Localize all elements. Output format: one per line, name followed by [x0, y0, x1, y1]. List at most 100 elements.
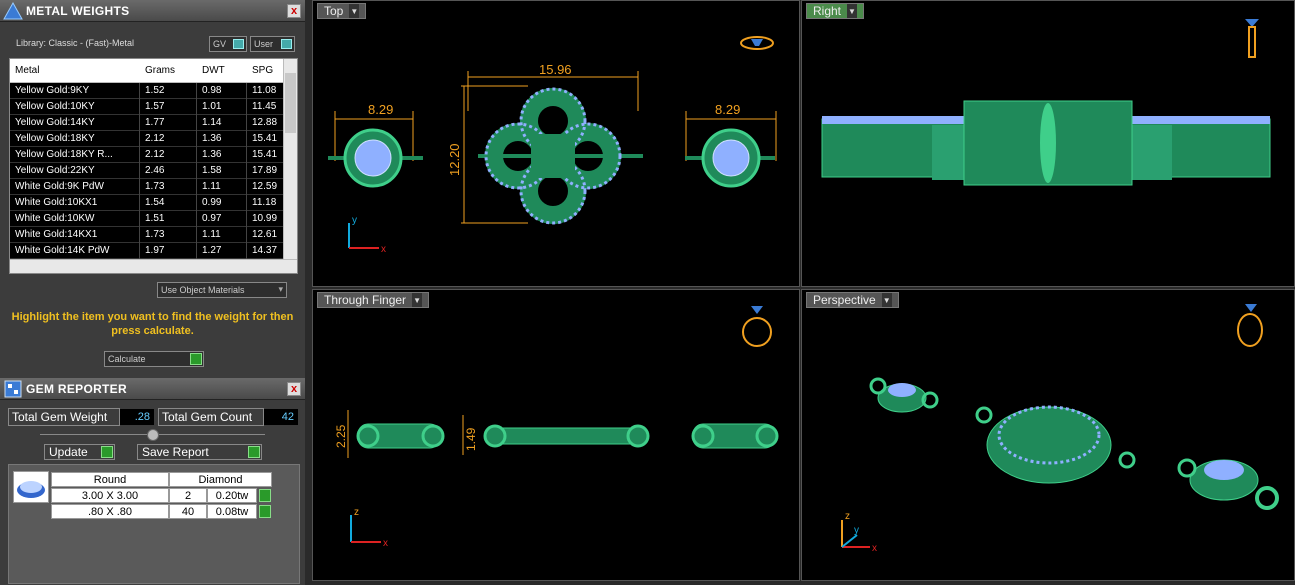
table-cell: 1.27 [197, 242, 247, 259]
table-row[interactable]: White Gold:9K PdW 1.73 1.11 12.59 [10, 178, 297, 195]
table-cell: Yellow Gold:18KY [10, 130, 140, 147]
viewport-perspective-label[interactable]: Perspective ▼ [806, 292, 899, 308]
svg-text:x: x [872, 543, 877, 554]
viewport-right[interactable]: Right ▼ [801, 0, 1295, 287]
calculate-button[interactable]: Calculate [104, 351, 204, 367]
table-cell: 0.97 [197, 210, 247, 227]
svg-text:z: z [354, 507, 359, 518]
table-cell: 11.18 [247, 194, 285, 211]
table-row[interactable]: Yellow Gold:9KY 1.52 0.98 11.08 [10, 82, 297, 99]
table-row[interactable]: Yellow Gold:10KY 1.57 1.01 11.45 [10, 98, 297, 115]
dim-right: 8.29 [715, 102, 740, 117]
ring-front-icon [742, 306, 772, 347]
metal-weights-titlebar: METAL WEIGHTS x [0, 0, 305, 22]
col-spg[interactable]: SPG [247, 65, 285, 76]
col-metal[interactable]: Metal [10, 65, 140, 76]
chevron-down-icon: ▼ [412, 293, 423, 307]
table-row[interactable]: Yellow Gold:18KY 2.12 1.36 15.41 [10, 130, 297, 147]
table-cell: White Gold:10KX1 [10, 194, 140, 211]
table-cell: 0.98 [197, 82, 247, 99]
gem-reporter-close-button[interactable]: x [287, 382, 301, 396]
table-cell: Yellow Gold:9KY [10, 82, 140, 99]
col-dwt[interactable]: DWT [197, 65, 247, 76]
svg-text:x: x [381, 244, 386, 255]
viewport-through-finger-label[interactable]: Through Finger ▼ [317, 292, 430, 308]
axis-icon: z y x [841, 511, 877, 554]
svg-text:y: y [854, 525, 859, 536]
table-row[interactable]: Yellow Gold:22KY 2.46 1.58 17.89 [10, 162, 297, 179]
metal-table-header: Metal Grams DWT SPG [10, 59, 297, 83]
table-cell: 15.41 [247, 146, 285, 163]
table-cell: 1.51 [140, 210, 197, 227]
viewport-perspective[interactable]: z y x Perspective ▼ [801, 289, 1295, 581]
viewport-top[interactable]: 8.29 15.96 8.29 12.20 y x Top ▼ [312, 0, 800, 287]
chevron-down-icon: ▾ [278, 284, 283, 294]
total-gem-weight-value: .28 [120, 409, 154, 425]
save-report-button[interactable]: Save Report [137, 444, 262, 460]
viewport-top-label[interactable]: Top ▼ [317, 3, 367, 19]
table-cell: 1.57 [140, 98, 197, 115]
table-cell: Yellow Gold:18KY R... [10, 146, 140, 163]
round-gem-icon [13, 471, 49, 503]
gem-size-cell: 3.00 X 3.00 [51, 488, 169, 503]
table-cell: 1.73 [140, 178, 197, 195]
col-grams[interactable]: Grams [140, 65, 197, 76]
table-cell: 1.36 [197, 146, 247, 163]
viewport-through-finger[interactable]: 2.25 1.49 z x Through Finger ▼ [312, 289, 800, 581]
axis-icon: y x [348, 215, 386, 255]
gem-table: Round Diamond 3.00 X 3.00 2 0.20tw .80 X .8… [8, 464, 300, 584]
gem-row-select-button[interactable] [259, 489, 271, 502]
table-cell: White Gold:9K PdW [10, 178, 140, 195]
gem-reporter-titlebar: GEM REPORTER x [0, 378, 305, 400]
stone-setting-icon [1245, 19, 1259, 58]
svg-text:z: z [845, 511, 850, 522]
table-row[interactable]: White Gold:10KX1 1.54 0.99 11.18 [10, 194, 297, 211]
table-cell: Yellow Gold:22KY [10, 162, 140, 179]
table-cell: 12.61 [247, 226, 285, 243]
total-gem-count-value: 42 [264, 409, 298, 425]
use-object-materials-dropdown[interactable]: Use Object Materials ▾ [157, 282, 287, 298]
gem-reporter-title: GEM REPORTER [26, 381, 127, 396]
gem-reporter-icon [0, 378, 26, 400]
table-row[interactable]: White Gold:10KW 1.51 0.97 10.99 [10, 210, 297, 227]
dim-a: 2.25 [334, 424, 348, 448]
table-cell: 1.54 [140, 194, 197, 211]
gem-row-select-button[interactable] [259, 505, 271, 518]
metal-table-vscroll[interactable] [283, 59, 297, 259]
table-cell: 1.58 [197, 162, 247, 179]
table-cell: Yellow Gold:10KY [10, 98, 140, 115]
table-cell: 17.89 [247, 162, 285, 179]
table-cell: 11.08 [247, 82, 285, 99]
axis-icon: z x [350, 507, 388, 549]
table-row[interactable]: Yellow Gold:14KY 1.77 1.14 12.88 [10, 114, 297, 131]
chevron-down-icon: ▼ [881, 293, 892, 307]
splitter-handle[interactable] [147, 429, 159, 441]
dim-center: 15.96 [539, 62, 572, 77]
table-cell: 2.12 [140, 146, 197, 163]
table-cell: White Gold:14KX1 [10, 226, 140, 243]
table-cell: Yellow Gold:14KY [10, 114, 140, 131]
play-icon [248, 446, 260, 458]
metal-table-hscroll[interactable] [10, 259, 297, 273]
update-button[interactable]: Update [44, 444, 115, 460]
gem-count-cell: 2 [169, 488, 207, 503]
dim-vertical: 12.20 [447, 143, 462, 176]
table-cell: 2.12 [140, 130, 197, 147]
table-cell: 12.59 [247, 178, 285, 195]
left-panel: METAL WEIGHTS x Library: Classic - (Fast… [0, 0, 305, 585]
gv-toggle[interactable]: GV [209, 36, 247, 52]
table-row[interactable]: White Gold:14KX1 1.73 1.11 12.61 [10, 226, 297, 243]
weight-hint: Highlight the item you want to find the … [11, 311, 294, 337]
table-cell: 12.88 [247, 114, 285, 131]
metal-weights-close-button[interactable]: x [287, 4, 301, 18]
perspective-scene: z y x [841, 304, 1279, 554]
ring-perspective-icon [1237, 304, 1263, 347]
dim-b: 1.49 [464, 427, 478, 451]
user-toggle[interactable]: User [250, 36, 295, 52]
table-row[interactable]: Yellow Gold:18KY R... 2.12 1.36 15.41 [10, 146, 297, 163]
svg-text:x: x [383, 538, 388, 549]
table-row[interactable]: White Gold:14K PdW 1.97 1.27 14.37 [10, 242, 297, 259]
top-view-scene: 8.29 15.96 8.29 12.20 y x [328, 36, 777, 255]
viewport-right-label[interactable]: Right ▼ [806, 3, 865, 19]
table-cell: 1.36 [197, 130, 247, 147]
